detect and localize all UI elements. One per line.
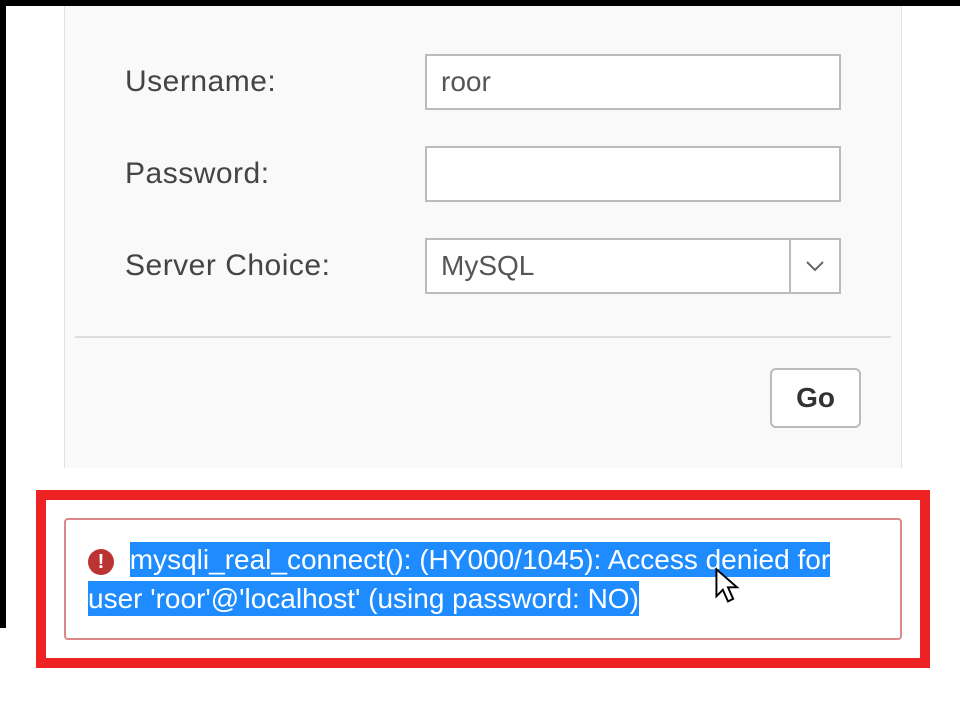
server-choice-row: Server Choice: MySQL <box>65 220 901 312</box>
chevron-down-icon <box>789 238 841 294</box>
username-label: Username: <box>125 65 425 99</box>
error-message-box: ! mysqli_real_connect(): (HY000/1045): A… <box>64 518 902 640</box>
error-message-text[interactable]: mysqli_real_connect(): (HY000/1045): Acc… <box>88 542 830 616</box>
form-actions: Go <box>65 338 901 428</box>
server-choice-label: Server Choice: <box>125 249 425 283</box>
password-row: Password: <box>65 128 901 220</box>
server-choice-select[interactable]: MySQL <box>425 238 841 294</box>
go-button[interactable]: Go <box>770 368 861 428</box>
error-icon: ! <box>88 549 114 575</box>
login-form: Username: Password: Server Choice: MySQL… <box>64 6 902 468</box>
username-input[interactable] <box>425 54 841 110</box>
viewport: Username: Password: Server Choice: MySQL… <box>0 0 960 628</box>
username-row: Username: <box>65 36 901 128</box>
password-input[interactable] <box>425 146 841 202</box>
server-choice-value: MySQL <box>425 238 789 294</box>
error-highlight-frame: ! mysqli_real_connect(): (HY000/1045): A… <box>36 490 930 668</box>
password-label: Password: <box>125 157 425 191</box>
